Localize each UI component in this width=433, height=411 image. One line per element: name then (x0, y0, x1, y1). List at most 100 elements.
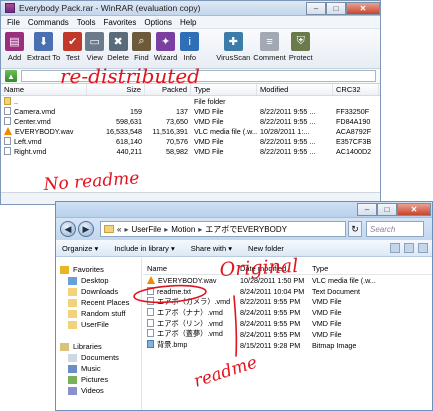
col-crc32[interactable]: CRC32 (333, 84, 379, 95)
explorer-title-bar[interactable]: – □ ✕ (56, 202, 432, 218)
info-button[interactable]: i Info (180, 32, 200, 62)
explorer-close-button[interactable]: ✕ (397, 203, 431, 216)
menu-help[interactable]: Help (176, 18, 200, 27)
explorer-maximize-button[interactable]: □ (377, 203, 397, 216)
col-modified[interactable]: Modified (257, 84, 333, 95)
virusscan-icon: ✚ (223, 32, 243, 51)
vlc-cone-icon (4, 126, 12, 135)
refresh-icon[interactable]: ↻ (348, 221, 362, 237)
nav-item-label: Recent Places (81, 298, 130, 307)
extract-to-button[interactable]: ⬇ Extract To (27, 32, 60, 62)
list-item[interactable]: エアボ（リン）.vmd 8/24/2011 9:55 PM VMD File (143, 318, 432, 329)
sidebar-item-desktop[interactable]: Desktop (56, 275, 141, 286)
list-item[interactable]: EVERYBODY.wav 10/28/2011 1:50 PM VLC media… (143, 275, 432, 286)
up-folder-icon[interactable]: ▲ (5, 70, 17, 82)
wizard-button[interactable]: ✦ Wizard (154, 32, 177, 62)
menu-tools[interactable]: Tools (73, 18, 100, 27)
table-row[interactable]: Right.vmd 440,211 58,982 VMD File 8/22/2011 … (1, 146, 380, 156)
file-type-cell: VMD File (312, 308, 342, 318)
col-date-modified[interactable]: Date modified (236, 262, 308, 274)
virusscan-button[interactable]: ✚ VirusScan (216, 32, 250, 62)
file-size-cell: 618,140 (116, 136, 142, 146)
search-input[interactable]: Search (366, 221, 424, 237)
sidebar-item-videos[interactable]: Videos (56, 385, 141, 396)
nav-item-label: Documents (81, 353, 119, 362)
address-bar[interactable]: « ▸ UserFile ▸ Motion ▸ エアボでEVERYBODY (100, 221, 346, 237)
toolbar-label: Info (183, 53, 196, 62)
add-button[interactable]: ▤ Add (5, 32, 24, 62)
file-name: Left.vmd (14, 136, 42, 146)
col-packed[interactable]: Packed (145, 84, 191, 95)
nav-item-label: Desktop (81, 276, 109, 285)
list-item[interactable]: readme.txt 8/24/2011 10:04 PM Text Documen… (143, 286, 432, 297)
new-folder-button[interactable]: New folder (248, 244, 284, 253)
table-row[interactable]: EVERYBODY.wav 16,533,548 11,516,391 VLC med… (1, 126, 380, 136)
menu-file[interactable]: File (3, 18, 24, 27)
sidebar-item-music[interactable]: Music (56, 363, 141, 374)
file-crc-cell: FD84A190 (336, 116, 371, 126)
sidebar-item-userfile[interactable]: UserFile (56, 319, 141, 330)
explorer-column-headers: Name Date modified Type (143, 262, 432, 275)
comment-button[interactable]: ≡ Comment (253, 32, 286, 62)
sidebar-item-downloads[interactable]: Downloads (56, 286, 141, 297)
help-icon[interactable] (418, 243, 428, 253)
menu-options[interactable]: Options (140, 18, 176, 27)
favorites-star[interactable]: Favorites (56, 264, 141, 275)
table-row[interactable]: Camera.vmd 159 137 VMD File 8/22/2011 9:55 .… (1, 106, 380, 116)
maximize-button[interactable]: □ (326, 1, 346, 15)
explorer-minimize-button[interactable]: – (357, 203, 377, 216)
winrar-title-bar[interactable]: Everybody Pack.rar - WinRAR (evaluation … (1, 1, 380, 16)
libraries[interactable]: Libraries (56, 341, 141, 352)
breadcrumb-overflow[interactable]: « (117, 225, 121, 234)
menu-commands[interactable]: Commands (24, 18, 73, 27)
list-item[interactable]: エアボ（カメラ）.vmd 8/22/2011 9:55 PM VMD File (143, 296, 432, 308)
file-icon (4, 136, 11, 145)
preview-pane-icon[interactable] (404, 243, 414, 253)
table-row[interactable]: .. File folder (1, 96, 380, 106)
file-icon (4, 106, 11, 115)
forward-button[interactable]: ▶ (78, 221, 94, 237)
sidebar-item-documents[interactable]: Documents (56, 352, 141, 363)
breadcrumb-motion[interactable]: Motion (171, 225, 195, 234)
delete-button[interactable]: ✖ Delete (107, 32, 129, 62)
breadcrumb-current-folder[interactable]: エアボでEVERYBODY (205, 224, 287, 235)
file-type-cell: Text Document (312, 286, 360, 296)
archive-path-field[interactable] (21, 70, 376, 82)
comment-icon: ≡ (260, 32, 280, 51)
sidebar-item-random-stuff[interactable]: Random stuff (56, 308, 141, 319)
col-name[interactable]: Name (1, 84, 87, 95)
test-button[interactable]: ✔ Test (63, 32, 83, 62)
sidebar-item-recent-places[interactable]: Recent Places (56, 297, 141, 308)
file-name-cell: Left.vmd (1, 136, 87, 146)
view-options-icon[interactable] (390, 243, 400, 253)
file-icon (147, 296, 154, 305)
minimize-button[interactable]: – (306, 1, 326, 15)
include-in-library-button[interactable]: Include in library ▾ (114, 244, 174, 253)
close-button[interactable]: ✕ (346, 1, 380, 15)
table-row[interactable]: Center.vmd 598,631 73,650 VMD File 8/22/2011… (1, 116, 380, 126)
view-button[interactable]: ▭ View (85, 32, 105, 62)
list-item[interactable]: 背景.bmp 8/15/2011 9:28 PM Bitmap Image (143, 340, 432, 351)
back-button[interactable]: ◀ (60, 221, 76, 237)
breadcrumb-userfile[interactable]: UserFile (131, 225, 161, 234)
list-item[interactable]: エアボ（蓋夢）.vmd 8/24/2011 9:55 PM VMD File (143, 329, 432, 340)
menu-favorites[interactable]: Favorites (99, 18, 140, 27)
nav-item-label: Pictures (81, 375, 109, 384)
info-icon: i (180, 32, 200, 51)
file-size-cell: 16,533,548 (106, 126, 142, 136)
col-type[interactable]: Type (191, 84, 257, 95)
col-type[interactable]: Type (308, 262, 378, 274)
protect-button[interactable]: ⛨ Protect (289, 32, 313, 62)
sidebar-item-pictures[interactable]: Pictures (56, 374, 141, 385)
nav-item-label: Random stuff (81, 309, 126, 318)
find-button[interactable]: ⌕ Find (131, 32, 151, 62)
table-row[interactable]: Left.vmd 618,140 70,576 VMD File 8/22/2011 9… (1, 136, 380, 146)
share-with-button[interactable]: Share with ▾ (191, 244, 232, 253)
organize-button[interactable]: Organize ▾ (62, 244, 98, 253)
col-name[interactable]: Name (143, 262, 236, 274)
nav-item-icon (68, 364, 77, 373)
file-type-cell: VLC media file (.w... (194, 126, 257, 136)
file-name-cell: EVERYBODY.wav (143, 275, 236, 285)
col-size[interactable]: Size (87, 84, 145, 95)
list-item[interactable]: エアボ（ナナ）.vmd 8/24/2011 9:55 PM VMD File (143, 307, 432, 318)
